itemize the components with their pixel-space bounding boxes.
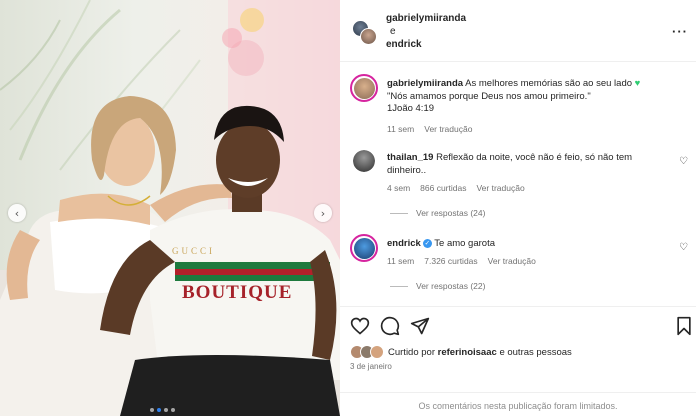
caption-text: gabrielymiiranda As melhores memórias sã… xyxy=(387,78,677,116)
avatar-image xyxy=(353,150,375,172)
collab-connector: e xyxy=(390,26,396,37)
photo-illustration xyxy=(0,0,340,416)
comment-likes[interactable]: 7.326 curtidas xyxy=(424,256,477,266)
heart-outline-icon: ♡ xyxy=(679,242,688,253)
comments-limited-notice: Os comentários nesta publicação foram li… xyxy=(340,392,696,416)
post-header: gabrielymiiranda e endrick ··· xyxy=(340,0,696,62)
more-options-button[interactable]: ··· xyxy=(672,24,688,39)
heart-icon[interactable] xyxy=(350,316,370,336)
caption-username[interactable]: gabrielymiiranda xyxy=(387,78,463,89)
replies-line xyxy=(390,212,408,214)
chevron-right-icon: › xyxy=(320,206,326,220)
like-comment-button[interactable]: ♡ xyxy=(679,242,688,253)
carousel-dot xyxy=(164,408,168,412)
liked-by: Curtido por referinoisaac e outras pesso… xyxy=(350,345,572,359)
carousel-dot-active xyxy=(157,408,161,412)
liked-by-user[interactable]: referinoisaac xyxy=(438,347,497,358)
comment-meta: 11 sem 7.326 curtidas Ver tradução xyxy=(387,256,536,266)
comment-avatar[interactable] xyxy=(353,150,375,172)
comment-text: thailan_19 Reflexão da noite, você não é… xyxy=(387,152,662,177)
view-replies-button[interactable]: Ver respostas (22) xyxy=(390,281,485,291)
shirt-brand: GUCCI xyxy=(172,246,216,256)
comment-meta: 4 sem 866 curtidas Ver tradução xyxy=(387,183,525,193)
view-replies-button[interactable]: Ver respostas (24) xyxy=(390,208,485,218)
share-icon[interactable] xyxy=(410,316,430,336)
caption-reference: 1João 4:19 xyxy=(387,103,435,114)
comment-text: endrick ✓ Te amo garota xyxy=(387,238,677,251)
post-date[interactable]: 3 de janeiro xyxy=(350,362,392,371)
verified-badge-icon: ✓ xyxy=(422,238,432,248)
green-heart-icon: ♥ xyxy=(634,78,641,89)
view-replies-label: Ver respostas (24) xyxy=(416,208,486,218)
view-replies-label: Ver respostas (22) xyxy=(416,281,486,291)
carousel-dots xyxy=(150,408,175,412)
post-photo[interactable]: GUCCI BOUTIQUE ‹ › xyxy=(0,0,340,416)
post-actions xyxy=(340,306,696,342)
caption-avatar[interactable] xyxy=(350,74,378,102)
post-side-panel: gabrielymiiranda e endrick ··· gabrielym… xyxy=(340,0,696,416)
comment-body: Te amo garota xyxy=(434,238,495,249)
comment-time: 4 sem xyxy=(387,183,411,193)
collab-avatars[interactable] xyxy=(352,20,378,46)
avatar-image xyxy=(353,77,375,99)
heart-outline-icon: ♡ xyxy=(679,156,688,167)
shirt-text: BOUTIQUE xyxy=(182,282,293,303)
comment-username[interactable]: thailan_19 xyxy=(387,152,433,163)
avatar xyxy=(370,345,384,359)
avatar xyxy=(360,28,377,45)
chevron-left-icon: ‹ xyxy=(14,206,20,220)
caption-meta: 11 sem Ver tradução xyxy=(387,124,472,134)
more-horizontal-icon: ··· xyxy=(672,24,688,39)
comment-time: 11 sem xyxy=(387,256,415,266)
likers-avatars xyxy=(350,345,384,359)
liked-by-prefix: Curtido por xyxy=(388,346,435,358)
see-translation-link[interactable]: Ver tradução xyxy=(424,124,472,134)
coauthor-username[interactable]: endrick xyxy=(386,38,466,51)
avatar-image xyxy=(353,237,375,259)
comment-likes[interactable]: 866 curtidas xyxy=(420,183,466,193)
comment-avatar[interactable] xyxy=(350,234,378,262)
author-username[interactable]: gabrielymiiranda xyxy=(386,12,466,25)
carousel-dot xyxy=(150,408,154,412)
next-photo-button[interactable]: › xyxy=(314,204,332,222)
previous-photo-button[interactable]: ‹ xyxy=(8,204,26,222)
collab-names: gabrielymiiranda e endrick xyxy=(386,12,466,51)
bookmark-icon[interactable] xyxy=(674,316,694,336)
like-comment-button[interactable]: ♡ xyxy=(679,156,688,167)
liked-by-suffix[interactable]: e outras pessoas xyxy=(499,347,571,358)
comment-icon[interactable] xyxy=(380,316,400,336)
caption-quote: "Nós amamos porque Deus nos amou primeir… xyxy=(387,90,591,102)
carousel-dot xyxy=(171,408,175,412)
caption-body: As melhores memórias são ao seu lado xyxy=(465,78,633,89)
replies-line xyxy=(390,285,408,287)
see-translation-link[interactable]: Ver tradução xyxy=(476,183,524,193)
caption-time: 11 sem xyxy=(387,124,415,134)
see-translation-link[interactable]: Ver tradução xyxy=(488,256,536,266)
comment-username[interactable]: endrick xyxy=(387,238,421,249)
